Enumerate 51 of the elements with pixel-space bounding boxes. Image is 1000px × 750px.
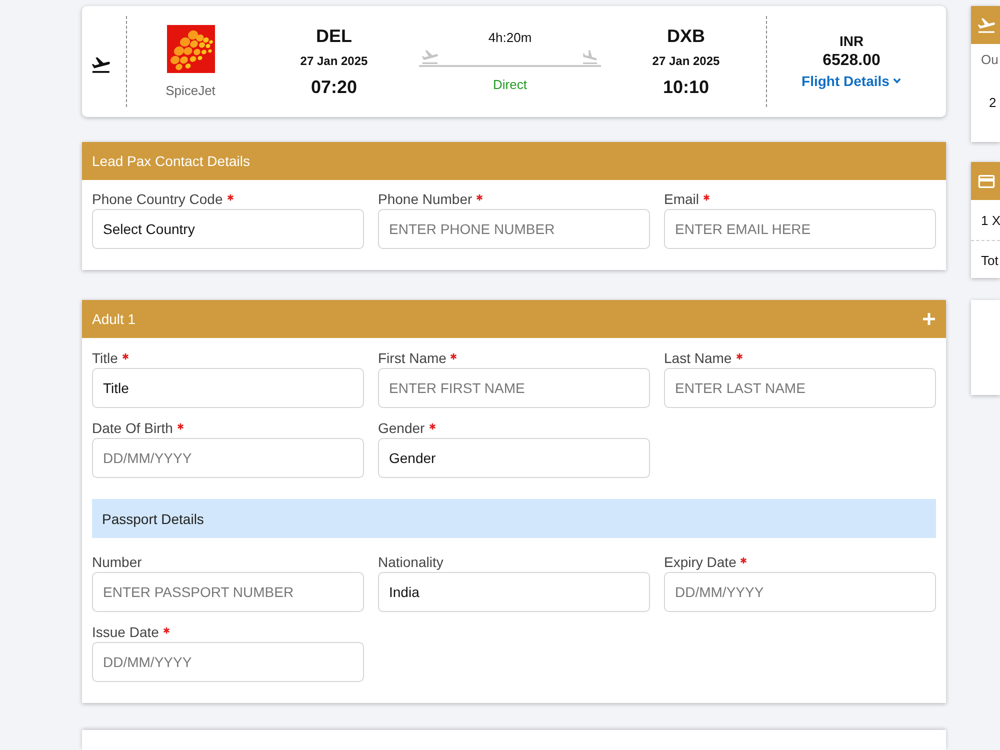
- field-label: Expiry Date: [664, 553, 736, 571]
- fare-row-text: Tot: [981, 252, 998, 268]
- input-field[interactable]: ENTER EMAIL HERE: [664, 209, 936, 249]
- takeoff-plane-icon: [92, 56, 110, 72]
- takeoff-plane-icon: [421, 50, 439, 64]
- field-label: Date Of Birth: [92, 419, 173, 437]
- input-field[interactable]: ENTER FIRST NAME: [378, 368, 650, 408]
- fare-row-text: 1 X: [981, 212, 1000, 228]
- input-field[interactable]: Gender: [378, 438, 650, 478]
- field-label: First Name: [378, 349, 446, 367]
- takeoff-plane-icon: [978, 18, 995, 32]
- field-label: Issue Date: [92, 623, 159, 641]
- flight-time: 07:20: [310, 76, 358, 98]
- input-field[interactable]: ENTER PHONE NUMBER: [378, 209, 650, 249]
- input-field[interactable]: DD/MM/YYYY: [664, 572, 936, 612]
- field-label: Gender: [378, 419, 425, 437]
- field-label: Phone Number: [378, 190, 472, 208]
- chevron-down-icon: [893, 78, 902, 84]
- input-field[interactable]: ENTER PASSPORT NUMBER: [92, 572, 364, 612]
- section-title: Lead Pax Contact Details: [92, 153, 250, 169]
- flight-duration: 4h:20m: [488, 29, 532, 47]
- field-label: Email: [664, 190, 700, 208]
- stops-label: Direct: [493, 76, 527, 94]
- summary-label: Ou: [981, 52, 998, 68]
- dotted-logo-icon: [166, 24, 214, 72]
- field-label: Phone Country Code: [92, 190, 223, 208]
- credit-card-icon: [978, 174, 995, 188]
- landing-plane-icon: [581, 50, 599, 64]
- input-field[interactable]: DD/MM/YYYY: [92, 642, 364, 682]
- summary-value: 2: [989, 95, 996, 111]
- field-label: Title: [92, 349, 118, 367]
- airport-code: DXB: [666, 24, 705, 46]
- airport-code: DEL: [316, 24, 352, 46]
- input-field[interactable]: Title: [92, 368, 364, 408]
- currency-label: INR: [839, 32, 864, 50]
- input-field[interactable]: Select Country: [92, 209, 364, 249]
- field-label: Last Name: [664, 349, 732, 367]
- input-field[interactable]: DD/MM/YYYY: [92, 438, 364, 478]
- input-field[interactable]: India: [378, 572, 650, 612]
- flight-date: 27 Jan 2025: [300, 52, 368, 70]
- field-label: Number: [92, 553, 142, 571]
- field-label: Nationality: [378, 553, 444, 571]
- flight-details-link[interactable]: Flight Details: [802, 71, 902, 91]
- flight-date: 27 Jan 2025: [652, 52, 720, 70]
- section-title: Adult 1: [92, 311, 136, 327]
- plus-icon[interactable]: [923, 313, 935, 325]
- input-field[interactable]: ENTER LAST NAME: [664, 368, 936, 408]
- section-heading: Passport Details: [92, 499, 936, 538]
- flight-time: 10:10: [662, 76, 710, 98]
- fare-price: 6528.00: [822, 51, 880, 71]
- airline-name: SpiceJet: [166, 82, 216, 98]
